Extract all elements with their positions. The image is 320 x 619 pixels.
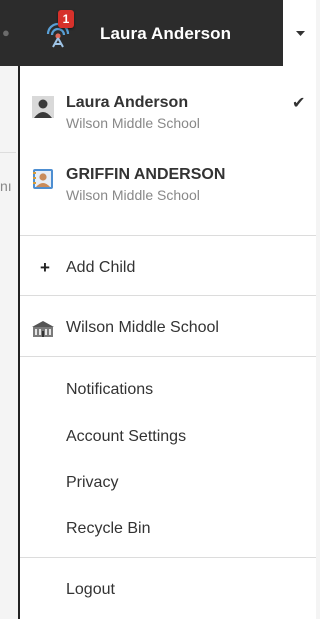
caret-down-icon	[296, 31, 305, 36]
logout-button[interactable]: Logout	[20, 573, 316, 607]
menu-divider	[20, 356, 316, 357]
person-icon	[32, 96, 54, 118]
menu-item-label: Recycle Bin	[66, 520, 151, 537]
school-label: Wilson Middle School	[66, 319, 219, 336]
account-school: Wilson Middle School	[66, 187, 200, 203]
menu-item-notifications[interactable]: Notifications	[20, 373, 316, 407]
menu-item-label: Account Settings	[66, 428, 187, 445]
notifications-button[interactable]: 1	[40, 10, 80, 54]
partial-icon: ●	[2, 25, 10, 40]
checkmark-icon: ✔	[292, 95, 306, 112]
student-id-icon	[33, 169, 53, 189]
menu-item-account-settings[interactable]: Account Settings	[20, 420, 316, 454]
background-page-text: nı	[0, 178, 12, 194]
add-child-label: Add Child	[66, 259, 136, 276]
account-school: Wilson Middle School	[66, 115, 200, 131]
logout-label: Logout	[66, 581, 115, 598]
menu-divider	[20, 295, 316, 296]
notification-badge: 1	[58, 10, 74, 28]
menu-item-privacy[interactable]: Privacy	[20, 466, 316, 500]
current-user-name[interactable]: Laura Anderson	[100, 24, 231, 44]
add-child-button[interactable]: + Add Child	[20, 251, 316, 285]
top-navigation-bar: ● 1 Laura Anderson	[0, 0, 283, 66]
menu-item-label: Notifications	[66, 381, 154, 398]
menu-divider	[20, 235, 316, 236]
school-building-icon	[32, 321, 54, 337]
menu-divider	[20, 557, 316, 558]
account-name: Laura Anderson	[66, 94, 189, 111]
school-link[interactable]: Wilson Middle School	[20, 311, 316, 345]
account-item-laura[interactable]: Laura Anderson Wilson Middle School ✔	[20, 94, 316, 166]
menu-item-label: Privacy	[66, 474, 119, 491]
account-dropdown-menu: Laura Anderson Wilson Middle School ✔ GR…	[18, 66, 316, 619]
plus-icon: +	[40, 258, 50, 277]
account-item-griffin[interactable]: GRIFFIN ANDERSON Wilson Middle School	[20, 166, 316, 238]
menu-item-recycle-bin[interactable]: Recycle Bin	[20, 512, 316, 546]
background-divider	[0, 152, 16, 153]
account-name: GRIFFIN ANDERSON	[66, 166, 226, 183]
account-menu-toggle[interactable]	[283, 0, 316, 66]
